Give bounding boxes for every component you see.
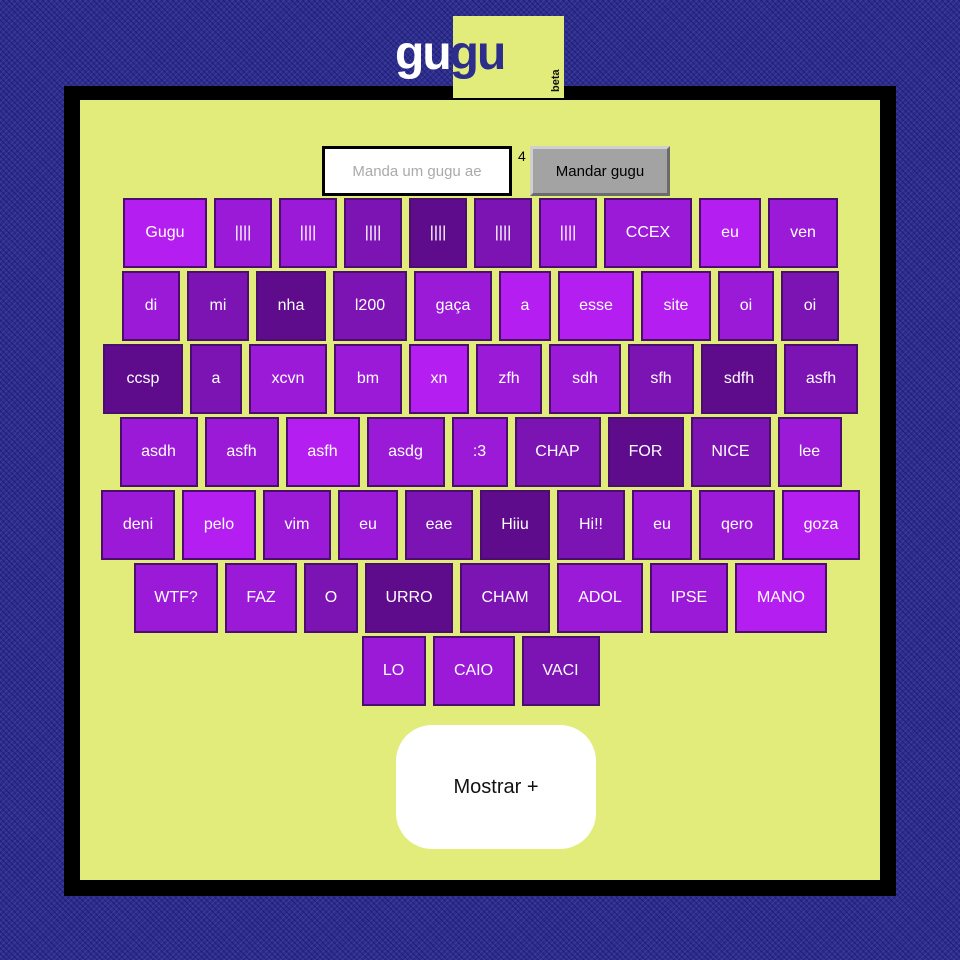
gugu-key[interactable]: |||| (474, 198, 532, 268)
gugu-key[interactable]: lee (777, 417, 842, 487)
gugu-key[interactable]: MANO (735, 563, 827, 633)
gugu-key[interactable]: |||| (409, 198, 467, 268)
gugu-key[interactable]: CCEX (604, 198, 692, 268)
logo-part-2: gu (449, 27, 507, 80)
beta-badge: beta (550, 69, 562, 93)
gugu-key[interactable]: CHAM (460, 563, 550, 633)
logo[interactable]: gugu (395, 27, 507, 80)
gugu-key[interactable]: Hiiu (480, 490, 550, 560)
gugu-key[interactable]: eu (338, 490, 398, 560)
gugu-key[interactable]: eae (405, 490, 473, 560)
gugu-key[interactable]: goza (782, 490, 860, 560)
gugu-key[interactable]: a (499, 271, 551, 341)
gugu-key[interactable]: di (122, 271, 180, 341)
gugu-key[interactable]: xn (409, 344, 469, 414)
key-row-2: di mi nha l200 gaça a esse site oi oi (0, 271, 960, 341)
key-row-3: ccsp a xcvn bm xn zfh sdh sfh sdfh asfh (0, 344, 960, 414)
gugu-key[interactable]: |||| (214, 198, 272, 268)
gugu-key[interactable]: VACI (521, 636, 600, 706)
gugu-key[interactable]: Hi!! (557, 490, 625, 560)
gugu-key[interactable]: eu (699, 198, 761, 268)
gugu-key[interactable]: nha (256, 271, 326, 341)
gugu-key[interactable]: sfh (628, 344, 694, 414)
gugu-key[interactable]: asdh (119, 417, 198, 487)
gugu-key[interactable]: LO (361, 636, 426, 706)
gugu-key[interactable]: ADOL (557, 563, 643, 633)
gugu-key[interactable]: asfh (784, 344, 858, 414)
gugu-key[interactable]: O (304, 563, 358, 633)
gugu-key[interactable]: gaça (414, 271, 492, 341)
gugu-key[interactable]: bm (334, 344, 402, 414)
gugu-key[interactable]: l200 (333, 271, 407, 341)
gugu-key[interactable]: NICE (690, 417, 771, 487)
key-row-7: LO CAIO VACI (0, 636, 960, 706)
logo-part-1: gu (395, 27, 452, 80)
gugu-key[interactable]: deni (101, 490, 175, 560)
gugu-key[interactable]: site (641, 271, 711, 341)
key-row-1: Gugu |||| |||| |||| |||| |||| |||| CCEX … (0, 198, 960, 268)
gugu-key[interactable]: eu (632, 490, 692, 560)
gugu-key[interactable]: pelo (182, 490, 256, 560)
gugu-key[interactable]: qero (699, 490, 775, 560)
gugu-key[interactable]: asdg (366, 417, 445, 487)
gugu-key[interactable]: :3 (451, 417, 508, 487)
gugu-key[interactable]: esse (558, 271, 634, 341)
gugu-key-grid: Gugu |||| |||| |||| |||| |||| |||| CCEX … (0, 184, 960, 706)
gugu-key[interactable]: |||| (279, 198, 337, 268)
gugu-key[interactable]: sdfh (701, 344, 777, 414)
gugu-key[interactable]: zfh (476, 344, 542, 414)
gugu-key[interactable]: WTF? (134, 563, 218, 633)
gugu-key[interactable]: oi (781, 271, 839, 341)
gugu-key[interactable]: URRO (365, 563, 453, 633)
gugu-key[interactable]: FAZ (225, 563, 297, 633)
gugu-key[interactable]: CHAP (514, 417, 601, 487)
gugu-key[interactable]: ven (768, 198, 838, 268)
gugu-key[interactable]: |||| (539, 198, 597, 268)
key-row-4: asdh asfh asfh asdg :3 CHAP FOR NICE lee (0, 417, 960, 487)
gugu-key[interactable]: vim (263, 490, 331, 560)
gugu-key[interactable]: asfh (285, 417, 360, 487)
gugu-key[interactable]: oi (718, 271, 774, 341)
gugu-key[interactable]: ccsp (103, 344, 183, 414)
gugu-key[interactable]: asfh (204, 417, 279, 487)
gugu-key[interactable]: CAIO (432, 636, 515, 706)
show-more-button[interactable]: Mostrar + (396, 725, 596, 849)
character-counter: 4 (518, 148, 526, 164)
gugu-key[interactable]: mi (187, 271, 249, 341)
key-row-5: deni pelo vim eu eae Hiiu Hi!! eu qero g… (0, 490, 960, 560)
key-row-6: WTF? FAZ O URRO CHAM ADOL IPSE MANO (0, 563, 960, 633)
gugu-key[interactable]: |||| (344, 198, 402, 268)
gugu-key[interactable]: sdh (549, 344, 621, 414)
gugu-key[interactable]: xcvn (249, 344, 327, 414)
gugu-key[interactable]: IPSE (650, 563, 728, 633)
gugu-key[interactable]: FOR (607, 417, 684, 487)
gugu-key[interactable]: a (190, 344, 242, 414)
gugu-key[interactable]: Gugu (123, 198, 207, 268)
